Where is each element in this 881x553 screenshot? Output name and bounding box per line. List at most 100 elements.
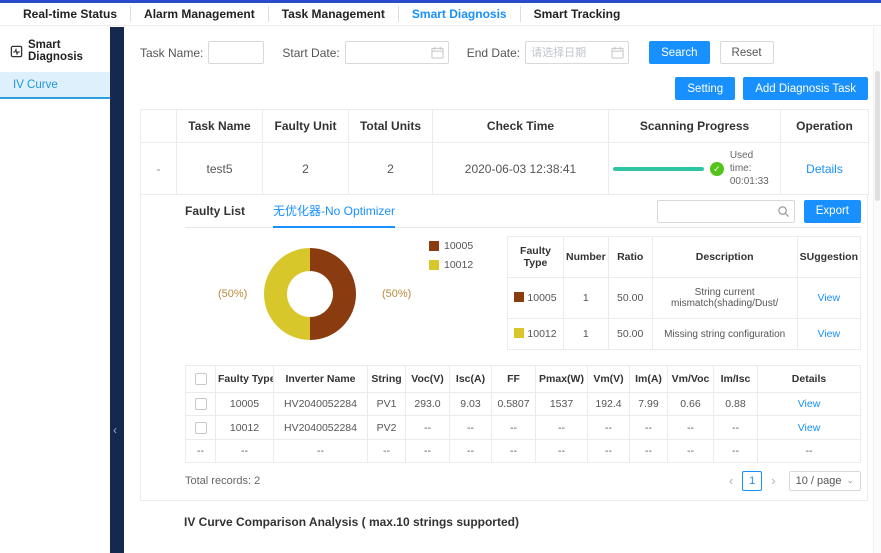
- cell: PV1: [368, 393, 406, 416]
- suggestion-view-link[interactable]: View: [818, 328, 841, 340]
- cell: 192.4: [588, 393, 630, 416]
- add-diagnosis-task-button[interactable]: Add Diagnosis Task: [743, 77, 868, 100]
- cell: 10005: [216, 393, 274, 416]
- cell: 0.88: [714, 393, 758, 416]
- header-expander: [141, 110, 177, 143]
- header-im-isc: Im/Isc: [714, 366, 758, 393]
- cell: --: [668, 416, 714, 439]
- next-page-button[interactable]: ›: [766, 473, 780, 488]
- cell: --: [450, 416, 492, 439]
- string-row: 10012 HV2040052284 PV2 -- -- -- -- -- --…: [186, 416, 861, 439]
- cell: --: [536, 439, 588, 462]
- scan-progress-bar: [613, 167, 704, 171]
- header-voc: Voc(V): [406, 366, 450, 393]
- legend-swatch: [429, 241, 439, 251]
- top-navigation: Real-time Status Alarm Management Task M…: [0, 3, 881, 26]
- string-view-link[interactable]: View: [798, 422, 821, 434]
- cell: --: [758, 439, 861, 462]
- collapse-chevron-icon[interactable]: ‹: [113, 423, 117, 437]
- string-table-header-row: Faulty Type Inverter Name String Voc(V) …: [186, 366, 861, 393]
- row-checkbox[interactable]: [195, 398, 207, 410]
- details-link[interactable]: Details: [806, 162, 843, 176]
- sidebar-group-smart-diagnosis[interactable]: Smart Diagnosis: [0, 27, 110, 72]
- legend-item: 10005: [429, 240, 473, 252]
- page-number-current[interactable]: 1: [742, 471, 762, 491]
- header-faulty-type: Faulty Type: [216, 366, 274, 393]
- calendar-icon[interactable]: [611, 46, 624, 59]
- cell: --: [368, 439, 406, 462]
- task-name-input[interactable]: [208, 41, 264, 64]
- header-suggestion: SUggestion: [797, 237, 860, 278]
- cell: --: [216, 439, 274, 462]
- reset-button[interactable]: Reset: [720, 41, 774, 64]
- progress-track: [613, 167, 704, 171]
- task-table-header-row: Task Name Faulty Unit Total Units Check …: [141, 110, 869, 143]
- header-number: Number: [564, 237, 609, 278]
- sidebar-collapse-strip: ‹: [110, 27, 124, 553]
- nav-item-smart-tracking[interactable]: Smart Tracking: [520, 6, 634, 22]
- task-table: Task Name Faulty Unit Total Units Check …: [140, 109, 869, 195]
- page-size-select[interactable]: 10 / page ⌄: [789, 471, 861, 491]
- nav-item-smart-diagnosis[interactable]: Smart Diagnosis: [398, 6, 520, 22]
- cell: HV2040052284: [274, 393, 368, 416]
- nav-item-task-management[interactable]: Task Management: [268, 6, 398, 22]
- header-isc: Isc(A): [450, 366, 492, 393]
- cell-number: 1: [564, 278, 609, 319]
- used-time-value: 00:01:33: [730, 175, 776, 188]
- suggestion-view-link[interactable]: View: [818, 292, 841, 304]
- iv-curve-section: IV Curve Comparison Analysis ( max.10 st…: [140, 515, 868, 553]
- cell-ratio: 50.00: [608, 319, 652, 350]
- row-checkbox[interactable]: [195, 422, 207, 434]
- tab-no-optimizer[interactable]: 无优化器-No Optimizer: [273, 195, 395, 228]
- cell-total-units: 2: [349, 143, 433, 195]
- search-button[interactable]: Search: [649, 41, 709, 64]
- cell-scanning-progress: ✓ Used time: 00:01:33: [609, 143, 781, 195]
- header-string: String: [368, 366, 406, 393]
- nav-item-realtime-status[interactable]: Real-time Status: [10, 6, 130, 22]
- search-icon[interactable]: [777, 205, 790, 218]
- cell: 1537: [536, 393, 588, 416]
- vertical-scrollbar[interactable]: [873, 27, 881, 553]
- header-operation: Operation: [781, 110, 869, 143]
- cell-description: Missing string configuration: [652, 319, 797, 350]
- slice-percent-label: (50%): [218, 288, 247, 300]
- cell: PV2: [368, 416, 406, 439]
- prev-page-button[interactable]: ‹: [724, 473, 738, 488]
- nav-item-alarm-management[interactable]: Alarm Management: [130, 6, 268, 22]
- chart-legend: 10005 10012: [429, 240, 473, 278]
- cell: 7.99: [630, 393, 668, 416]
- header-total-units: Total Units: [349, 110, 433, 143]
- cell: 0.5807: [492, 393, 536, 416]
- scrollbar-thumb[interactable]: [875, 71, 880, 201]
- header-vm: Vm(V): [588, 366, 630, 393]
- start-date-field: [345, 41, 449, 64]
- faulty-type-chart: (50%) (50%) 10005 10012: [185, 236, 505, 358]
- cell-faulty-type: 10012: [527, 328, 556, 340]
- cell: 0.66: [668, 393, 714, 416]
- cell: --: [406, 416, 450, 439]
- used-time: Used time: 00:01:33: [730, 149, 776, 188]
- progress-complete-icon: ✓: [710, 162, 724, 176]
- faulty-type-donut: [264, 248, 356, 340]
- setting-button[interactable]: Setting: [675, 77, 735, 100]
- slice-percent-label: (50%): [382, 288, 411, 300]
- cell: --: [186, 439, 216, 462]
- sidebar-item-iv-curve[interactable]: IV Curve: [0, 72, 110, 99]
- header-faulty-unit: Faulty Unit: [263, 110, 349, 143]
- string-row: 10005 HV2040052284 PV1 293.0 9.03 0.5807…: [186, 393, 861, 416]
- task-row: - test5 2 2 2020-06-03 12:38:41 ✓ Used t…: [141, 143, 869, 195]
- cell: --: [492, 416, 536, 439]
- pagination: Total records: 2 ‹ 1 › 10 / page ⌄: [185, 471, 861, 491]
- select-all-checkbox[interactable]: [195, 373, 207, 385]
- cell: 9.03: [450, 393, 492, 416]
- faulty-type-color-swatch: [514, 328, 524, 338]
- string-view-link[interactable]: View: [798, 398, 821, 410]
- calendar-icon[interactable]: [431, 46, 444, 59]
- header-description: Description: [652, 237, 797, 278]
- faulty-list-label: Faulty List: [185, 204, 245, 218]
- export-button[interactable]: Export: [804, 200, 861, 223]
- faulty-search-input[interactable]: [657, 200, 795, 223]
- row-collapse-toggle[interactable]: -: [157, 162, 161, 176]
- end-date-field: [525, 41, 629, 64]
- sidebar: Smart Diagnosis IV Curve: [0, 27, 110, 553]
